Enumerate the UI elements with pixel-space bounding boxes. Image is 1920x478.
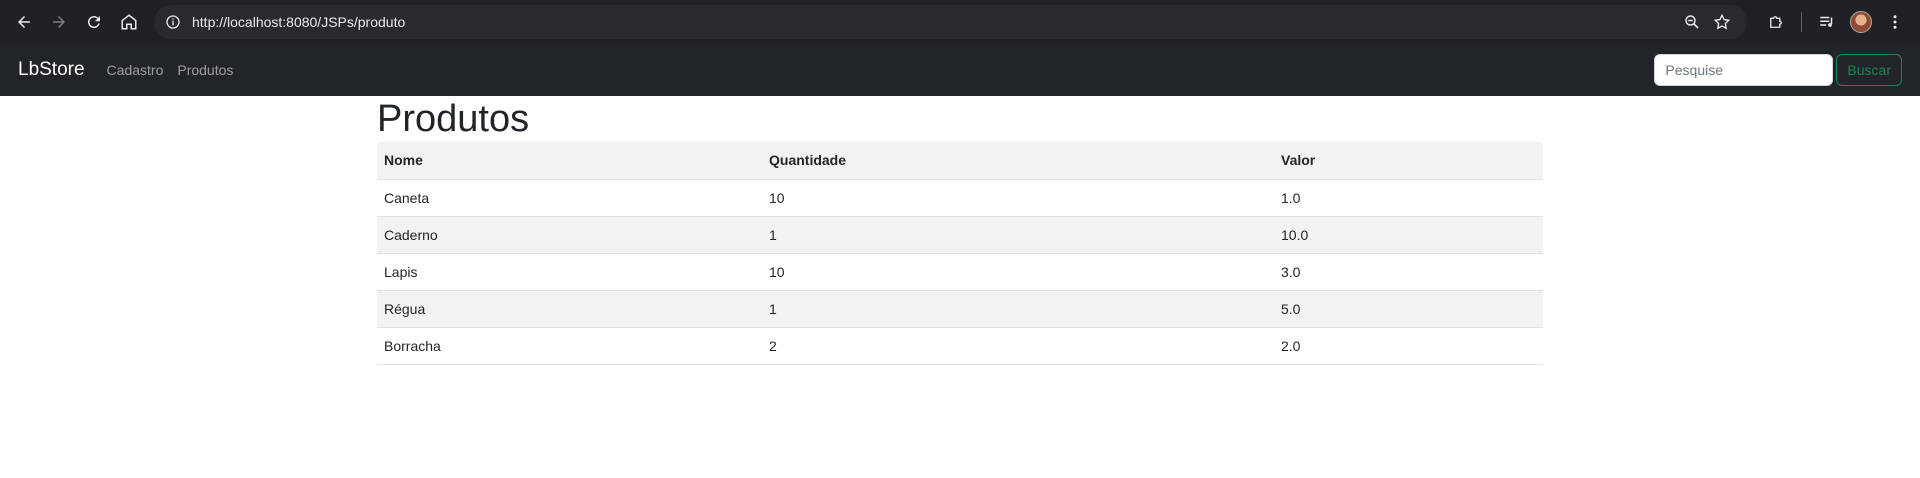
cell-quantidade: 2 bbox=[762, 327, 1274, 365]
table-row: Borracha 2 2.0 bbox=[377, 327, 1543, 365]
profile-button[interactable] bbox=[1844, 5, 1878, 39]
table-header-row: Nome Quantidade Valor bbox=[377, 142, 1543, 180]
page-title: Produtos bbox=[377, 98, 530, 140]
extensions-button[interactable] bbox=[1759, 5, 1793, 39]
site-info-icon[interactable] bbox=[164, 13, 182, 31]
column-header-valor: Valor bbox=[1274, 142, 1543, 180]
table-row: Régua 1 5.0 bbox=[377, 290, 1543, 328]
column-header-nome: Nome bbox=[377, 142, 762, 180]
address-bar[interactable]: http://localhost:8080/JSPs/produto bbox=[154, 5, 1747, 39]
cell-valor: 5.0 bbox=[1274, 290, 1543, 328]
column-header-quantidade: Quantidade bbox=[762, 142, 1274, 180]
arrow-left-icon bbox=[18, 16, 30, 28]
back-button[interactable] bbox=[8, 6, 40, 38]
url-text[interactable]: http://localhost:8080/JSPs/produto bbox=[192, 14, 1677, 30]
home-button[interactable] bbox=[113, 6, 145, 38]
cell-nome: Régua bbox=[377, 290, 762, 328]
zoom-icon[interactable] bbox=[1677, 7, 1707, 37]
reload-icon bbox=[87, 16, 100, 29]
bookmark-star-icon[interactable] bbox=[1707, 7, 1737, 37]
brand-logo[interactable]: LbStore bbox=[18, 59, 85, 81]
nav-link-cadastro[interactable]: Cadastro bbox=[107, 62, 164, 78]
table-row: Caderno 1 10.0 bbox=[377, 216, 1543, 254]
puzzle-icon bbox=[1770, 16, 1782, 28]
cell-valor: 3.0 bbox=[1274, 253, 1543, 291]
playlist-icon bbox=[1820, 16, 1833, 27]
cell-quantidade: 1 bbox=[762, 216, 1274, 254]
nav-link-produtos[interactable]: Produtos bbox=[177, 62, 233, 78]
products-table: Nome Quantidade Valor Caneta 10 1.0 Cade… bbox=[377, 142, 1543, 365]
forward-button[interactable] bbox=[43, 6, 75, 38]
search-button[interactable]: Buscar bbox=[1836, 54, 1902, 86]
cell-nome: Lapis bbox=[377, 253, 762, 291]
main-content: Produtos Nome Quantidade Valor Caneta 10… bbox=[377, 96, 1543, 365]
cell-valor: 2.0 bbox=[1274, 327, 1543, 365]
avatar bbox=[1850, 11, 1872, 33]
table-row: Caneta 10 1.0 bbox=[377, 179, 1543, 217]
search-input[interactable] bbox=[1654, 54, 1834, 86]
reload-button[interactable] bbox=[78, 6, 110, 38]
menu-button[interactable] bbox=[1878, 5, 1912, 39]
arrow-right-icon bbox=[53, 16, 65, 28]
media-controls-button[interactable] bbox=[1810, 5, 1844, 39]
kebab-menu-icon bbox=[1893, 15, 1897, 29]
table-row: Lapis 10 3.0 bbox=[377, 253, 1543, 291]
cell-valor: 1.0 bbox=[1274, 179, 1543, 217]
cell-nome: Caneta bbox=[377, 179, 762, 217]
cell-quantidade: 1 bbox=[762, 290, 1274, 328]
browser-toolbar: http://localhost:8080/JSPs/produto bbox=[0, 0, 1920, 44]
cell-nome: Borracha bbox=[377, 327, 762, 365]
cell-quantidade: 10 bbox=[762, 253, 1274, 291]
home-icon bbox=[121, 14, 137, 30]
cell-valor: 10.0 bbox=[1274, 216, 1543, 254]
toolbar-divider bbox=[1801, 12, 1802, 32]
site-navbar: LbStore Cadastro Produtos Buscar bbox=[0, 44, 1920, 96]
cell-quantidade: 10 bbox=[762, 179, 1274, 217]
cell-nome: Caderno bbox=[377, 216, 762, 254]
